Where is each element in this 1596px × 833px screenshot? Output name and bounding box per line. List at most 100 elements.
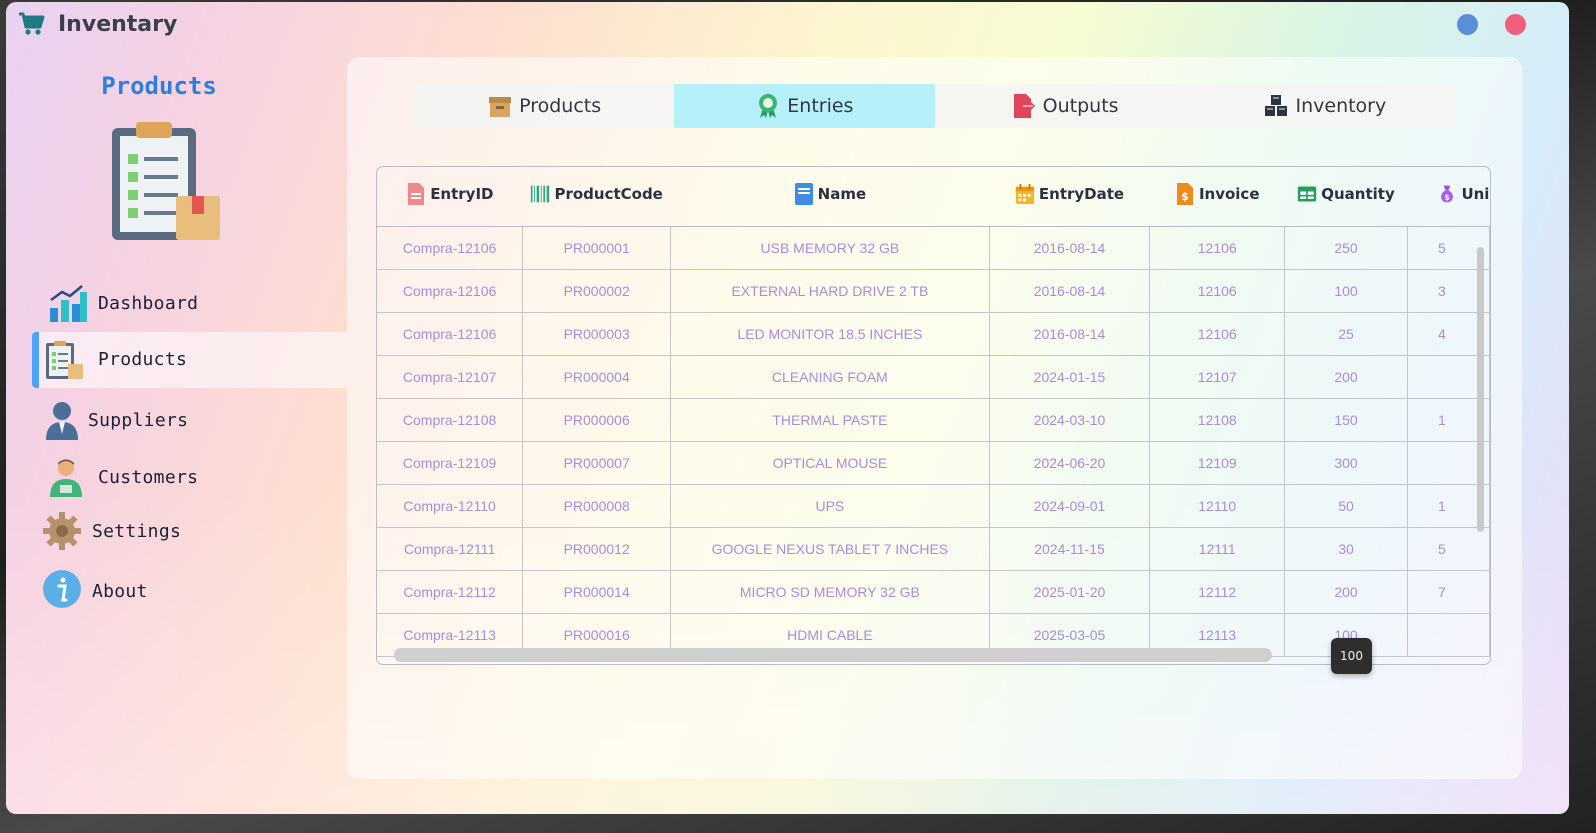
table-cell[interactable]: 150 — [1284, 398, 1408, 442]
table-cell[interactable]: PR000014 — [522, 570, 672, 614]
close-button[interactable] — [1505, 14, 1526, 35]
table-cell[interactable]: 12108 — [1149, 398, 1286, 442]
table-cell[interactable]: 100 — [1284, 269, 1408, 313]
table-cell[interactable]: PR000008 — [522, 484, 672, 528]
table-cell[interactable]: MICRO SD MEMORY 32 GB — [670, 570, 990, 614]
table-cell[interactable]: PR000001 — [522, 226, 672, 270]
table-cell[interactable]: Compra-12106 — [377, 269, 524, 313]
table-cell[interactable] — [1407, 613, 1490, 657]
tab-products[interactable]: Products — [414, 84, 674, 128]
column-header-quantity[interactable]: Quantity — [1284, 167, 1408, 227]
table-cell[interactable]: 2024-01-15 — [989, 355, 1151, 399]
table-cell[interactable]: Compra-12108 — [377, 398, 524, 442]
table-cell[interactable]: 12111 — [1149, 527, 1286, 571]
table-cell[interactable]: PR000004 — [522, 355, 672, 399]
table-cell[interactable]: 12112 — [1149, 570, 1286, 614]
table-cell[interactable]: 250 — [1284, 226, 1408, 270]
sidebar-item-customers[interactable]: Customers — [32, 449, 347, 505]
table-cell[interactable]: 7 — [1407, 570, 1490, 614]
table-cell[interactable]: 12109 — [1149, 441, 1286, 485]
sidebar-item-dashboard[interactable]: Dashboard — [32, 276, 347, 332]
table-cell[interactable]: PR000012 — [522, 527, 672, 571]
table-row[interactable]: Compra-12112 PR000014 MICRO SD MEMORY 32 G… — [377, 570, 1490, 614]
column-header-entryid[interactable]: EntryID — [377, 167, 523, 227]
table-cell[interactable]: 2024-03-10 — [989, 398, 1151, 442]
table-row[interactable]: Compra-12109 PR000007 OPTICAL MOUSE 2024-06… — [377, 441, 1490, 485]
table-cell[interactable]: Compra-12109 — [377, 441, 524, 485]
table-cell[interactable]: 200 — [1284, 570, 1408, 614]
table-cell[interactable]: PR000003 — [522, 312, 672, 356]
table-cell[interactable]: Compra-12106 — [377, 226, 524, 270]
tab-label: Entries — [787, 95, 854, 117]
entries-table: EntryID ProductCode Name EntryDate $ Inv… — [376, 166, 1491, 665]
table-cell[interactable]: THERMAL PASTE — [670, 398, 990, 442]
column-header-unit[interactable]: $ Uni — [1407, 167, 1490, 227]
title-bar: Inventary — [6, 2, 1569, 48]
table-cell[interactable]: 2016-08-14 — [989, 226, 1151, 270]
cubes-icon — [1265, 95, 1288, 116]
table-cell[interactable]: 12106 — [1149, 312, 1286, 356]
table-cell[interactable]: PR000006 — [522, 398, 672, 442]
sidebar-item-suppliers[interactable]: Suppliers — [32, 392, 347, 448]
table-cell[interactable]: EXTERNAL HARD DRIVE 2 TB — [670, 269, 990, 313]
table-cell[interactable]: OPTICAL MOUSE — [670, 441, 990, 485]
table-cell[interactable]: PR000002 — [522, 269, 672, 313]
sidebar-item-about[interactable]: About — [32, 563, 347, 619]
clipboard-icon — [112, 122, 220, 240]
table-cell[interactable]: 300 — [1284, 441, 1408, 485]
tab-entries[interactable]: Entries — [674, 84, 935, 128]
tab-inventory[interactable]: Inventory — [1195, 84, 1455, 128]
vertical-scrollbar[interactable] — [1477, 247, 1484, 532]
column-header-invoice[interactable]: $ Invoice — [1149, 167, 1285, 227]
table-row[interactable]: Compra-12106 PR000002 EXTERNAL HARD DRIVE … — [377, 269, 1490, 313]
table-cell[interactable]: GOOGLE NEXUS TABLET 7 INCHES — [670, 527, 990, 571]
table-cell[interactable]: Compra-12111 — [377, 527, 524, 571]
column-header-entrydate[interactable]: EntryDate — [989, 167, 1150, 227]
table-row[interactable]: Compra-12110 PR000008 UPS 2024-09-01 12110 50… — [377, 484, 1490, 528]
table-row[interactable]: Compra-12108 PR000006 THERMAL PASTE 2024-03… — [377, 398, 1490, 442]
svg-text:$: $ — [1445, 193, 1450, 202]
sidebar-item-products[interactable]: Products — [32, 332, 347, 388]
table-cell[interactable]: 12106 — [1149, 226, 1286, 270]
table-row[interactable]: Compra-12106 PR000001 USB MEMORY 32 GB 2016… — [377, 226, 1490, 270]
table-cell[interactable]: Compra-12110 — [377, 484, 524, 528]
table-cell[interactable]: 200 — [1284, 355, 1408, 399]
table-row[interactable]: Compra-12106 PR000003 LED MONITOR 18.5 INC… — [377, 312, 1490, 356]
table-cell[interactable]: 50 — [1284, 484, 1408, 528]
table-cell[interactable]: 25 — [1284, 312, 1408, 356]
column-header-label: Invoice — [1198, 185, 1260, 204]
table-cell[interactable]: 12110 — [1149, 484, 1286, 528]
table-cell[interactable]: 2016-08-14 — [989, 312, 1151, 356]
table-cell[interactable]: 12107 — [1149, 355, 1286, 399]
sidebar-item-settings[interactable]: Settings — [32, 503, 347, 559]
horizontal-scrollbar[interactable] — [394, 648, 1272, 662]
column-header-productcode[interactable]: ProductCode — [522, 167, 671, 227]
table-cell[interactable]: USB MEMORY 32 GB — [670, 226, 990, 270]
book-icon — [794, 183, 813, 206]
money-bag-icon: $ — [1441, 185, 1454, 203]
table-cell[interactable]: UPS — [670, 484, 990, 528]
table-cell[interactable]: 30 — [1284, 527, 1408, 571]
column-header-name[interactable]: Name — [670, 167, 990, 227]
table-row[interactable]: Compra-12111 PR000012 GOOGLE NEXUS TABLET … — [377, 527, 1490, 571]
tab-outputs[interactable]: Outputs — [935, 84, 1195, 128]
table-cell[interactable]: 2024-06-20 — [989, 441, 1151, 485]
table-cell[interactable]: 2024-09-01 — [989, 484, 1151, 528]
table-cell[interactable]: 2025-01-20 — [989, 570, 1151, 614]
sidebar-item-label: Settings — [92, 521, 182, 542]
table-cell[interactable]: 5 — [1407, 527, 1490, 571]
table-cell[interactable]: Compra-12107 — [377, 355, 524, 399]
table-cell[interactable]: 2016-08-14 — [989, 269, 1151, 313]
table-cell[interactable]: CLEANING FOAM — [670, 355, 990, 399]
table-cell[interactable]: LED MONITOR 18.5 INCHES — [670, 312, 990, 356]
table-cell[interactable]: Compra-12112 — [377, 570, 524, 614]
table-cell[interactable]: PR000007 — [522, 441, 672, 485]
gear-icon — [43, 512, 81, 550]
table-header-row: EntryID ProductCode Name EntryDate $ Inv… — [377, 167, 1490, 227]
table-cell[interactable]: 12106 — [1149, 269, 1286, 313]
box-icon — [489, 97, 512, 117]
table-cell[interactable]: Compra-12106 — [377, 312, 524, 356]
minimize-button[interactable] — [1457, 14, 1478, 35]
table-cell[interactable]: 2024-11-15 — [989, 527, 1151, 571]
table-row[interactable]: Compra-12107 PR000004 CLEANING FOAM 2024-01… — [377, 355, 1490, 399]
